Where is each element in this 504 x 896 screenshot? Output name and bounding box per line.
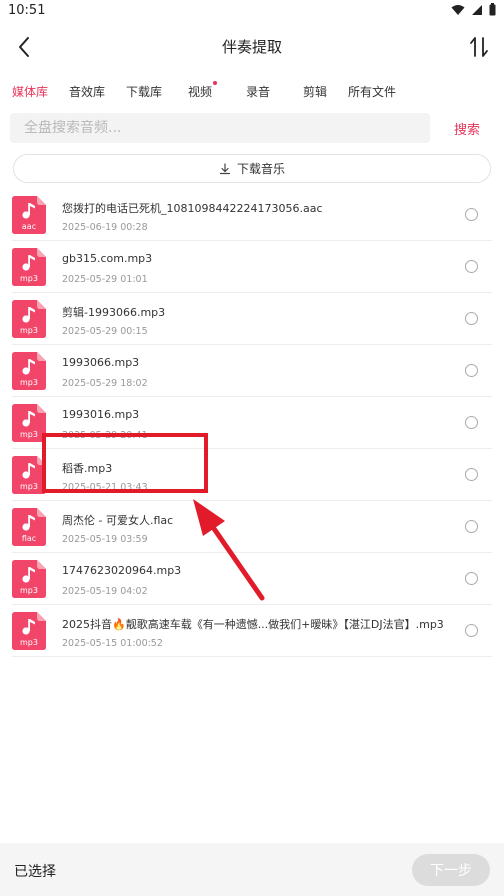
list-item[interactable]: mp3 剪辑-1993066.mp3 2025-05-29 00:15 bbox=[12, 293, 492, 345]
select-radio[interactable] bbox=[465, 312, 478, 325]
file-name: 1747623020964.mp3 bbox=[62, 564, 182, 577]
tab-video-label: 视频 bbox=[188, 85, 213, 99]
tab-all-files[interactable]: 所有文件 bbox=[348, 83, 396, 100]
file-date: 2025-05-29 01:01 bbox=[62, 274, 148, 285]
list-item[interactable]: mp3 1993066.mp3 2025-05-29 18:02 bbox=[12, 345, 492, 397]
list-item[interactable]: aac 您拨打的电话已死机_1081098442224173056.aac 20… bbox=[12, 189, 492, 241]
file-type-label: mp3 bbox=[20, 430, 38, 439]
file-date: 2025-05-19 04:02 bbox=[62, 586, 148, 597]
select-radio[interactable] bbox=[465, 364, 478, 377]
list-item[interactable]: mp3 2025抖音🔥靓歌高速车载《有一种遗憾...做我们+暧昧》【湛江DJ法官… bbox=[12, 605, 492, 657]
music-file-icon: mp3 bbox=[12, 352, 46, 390]
file-type-label: mp3 bbox=[20, 326, 38, 335]
file-type-label: flac bbox=[22, 534, 36, 543]
file-name: 剪辑-1993066.mp3 bbox=[62, 306, 166, 319]
file-date: 2025-05-29 18:02 bbox=[62, 378, 148, 389]
page-title: 伴奏提取 bbox=[221, 38, 282, 56]
sort-arrows-icon[interactable] bbox=[466, 34, 492, 60]
bottom-bar: 已选择 下一步 bbox=[0, 843, 504, 896]
file-name: 1993016.mp3 bbox=[62, 408, 140, 421]
select-radio[interactable] bbox=[465, 416, 478, 429]
music-file-icon: mp3 bbox=[12, 248, 46, 286]
highlight-box bbox=[42, 433, 208, 493]
tab-downloads[interactable]: 下载库 bbox=[126, 83, 162, 100]
file-type-label: aac bbox=[22, 222, 36, 231]
download-music-label: 下载音乐 bbox=[236, 162, 285, 176]
search-row: 搜索 bbox=[10, 113, 494, 143]
tab-media-library[interactable]: 媒体库 bbox=[12, 83, 48, 100]
file-date: 2025-05-19 03:59 bbox=[62, 534, 148, 545]
select-radio[interactable] bbox=[465, 468, 478, 481]
file-date: 2025-06-19 00:28 bbox=[62, 222, 148, 233]
file-type-label: mp3 bbox=[20, 274, 38, 283]
title-bar: 伴奏提取 bbox=[0, 26, 504, 68]
tab-clips[interactable]: 剪辑 bbox=[303, 83, 327, 100]
list-item[interactable]: mp3 1747623020964.mp3 2025-05-19 04:02 bbox=[12, 553, 492, 605]
wifi-icon bbox=[451, 4, 465, 15]
select-radio[interactable] bbox=[465, 208, 478, 221]
status-bar: 10:51 bbox=[0, 0, 504, 22]
music-file-icon: mp3 bbox=[12, 560, 46, 598]
music-file-icon: mp3 bbox=[12, 456, 46, 494]
file-type-label: mp3 bbox=[20, 482, 38, 491]
source-tabs: 媒体库 音效库 下载库 视频 录音 剪辑 所有文件 bbox=[0, 78, 504, 106]
list-item[interactable]: mp3 gb315.com.mp3 2025-05-29 01:01 bbox=[12, 241, 492, 293]
select-radio[interactable] bbox=[465, 624, 478, 637]
tab-video[interactable]: 视频 bbox=[188, 81, 218, 100]
search-input[interactable] bbox=[10, 113, 430, 143]
next-step-button[interactable]: 下一步 bbox=[412, 854, 490, 886]
file-date: 2025-05-15 01:00:52 bbox=[62, 638, 163, 649]
status-icons bbox=[451, 3, 496, 16]
new-badge-dot bbox=[213, 81, 218, 85]
file-type-label: mp3 bbox=[20, 378, 38, 387]
select-radio[interactable] bbox=[465, 520, 478, 533]
file-type-label: mp3 bbox=[20, 586, 38, 595]
list-item[interactable]: flac 周杰伦 - 可爱女人.flac 2025-05-19 03:59 bbox=[12, 501, 492, 553]
file-name: 2025抖音🔥靓歌高速车载《有一种遗憾...做我们+暧昧》【湛江DJ法官】.mp… bbox=[62, 618, 444, 631]
battery-icon bbox=[489, 3, 496, 16]
file-date: 2025-05-29 00:15 bbox=[62, 326, 148, 337]
signal-icon bbox=[472, 4, 482, 15]
music-file-icon: flac bbox=[12, 508, 46, 546]
status-time: 10:51 bbox=[8, 3, 46, 18]
music-file-icon: aac bbox=[12, 196, 46, 234]
search-box bbox=[10, 113, 430, 143]
file-name: 周杰伦 - 可爱女人.flac bbox=[62, 514, 174, 527]
file-name: gb315.com.mp3 bbox=[62, 252, 153, 265]
music-file-icon: mp3 bbox=[12, 404, 46, 442]
file-name: 1993066.mp3 bbox=[62, 356, 140, 369]
file-name: 您拨打的电话已死机_1081098442224173056.aac bbox=[62, 202, 323, 215]
search-button[interactable]: 搜索 bbox=[454, 119, 480, 138]
tab-sound-effects[interactable]: 音效库 bbox=[69, 83, 105, 100]
download-music-button[interactable]: 下载音乐 bbox=[13, 154, 491, 183]
music-file-icon: mp3 bbox=[12, 300, 46, 338]
select-radio[interactable] bbox=[465, 572, 478, 585]
select-radio[interactable] bbox=[465, 260, 478, 273]
file-type-label: mp3 bbox=[20, 638, 38, 647]
tab-recordings[interactable]: 录音 bbox=[246, 83, 270, 100]
download-icon bbox=[219, 162, 231, 174]
selected-count-label: 已选择 bbox=[14, 864, 56, 880]
music-file-icon: mp3 bbox=[12, 612, 46, 650]
